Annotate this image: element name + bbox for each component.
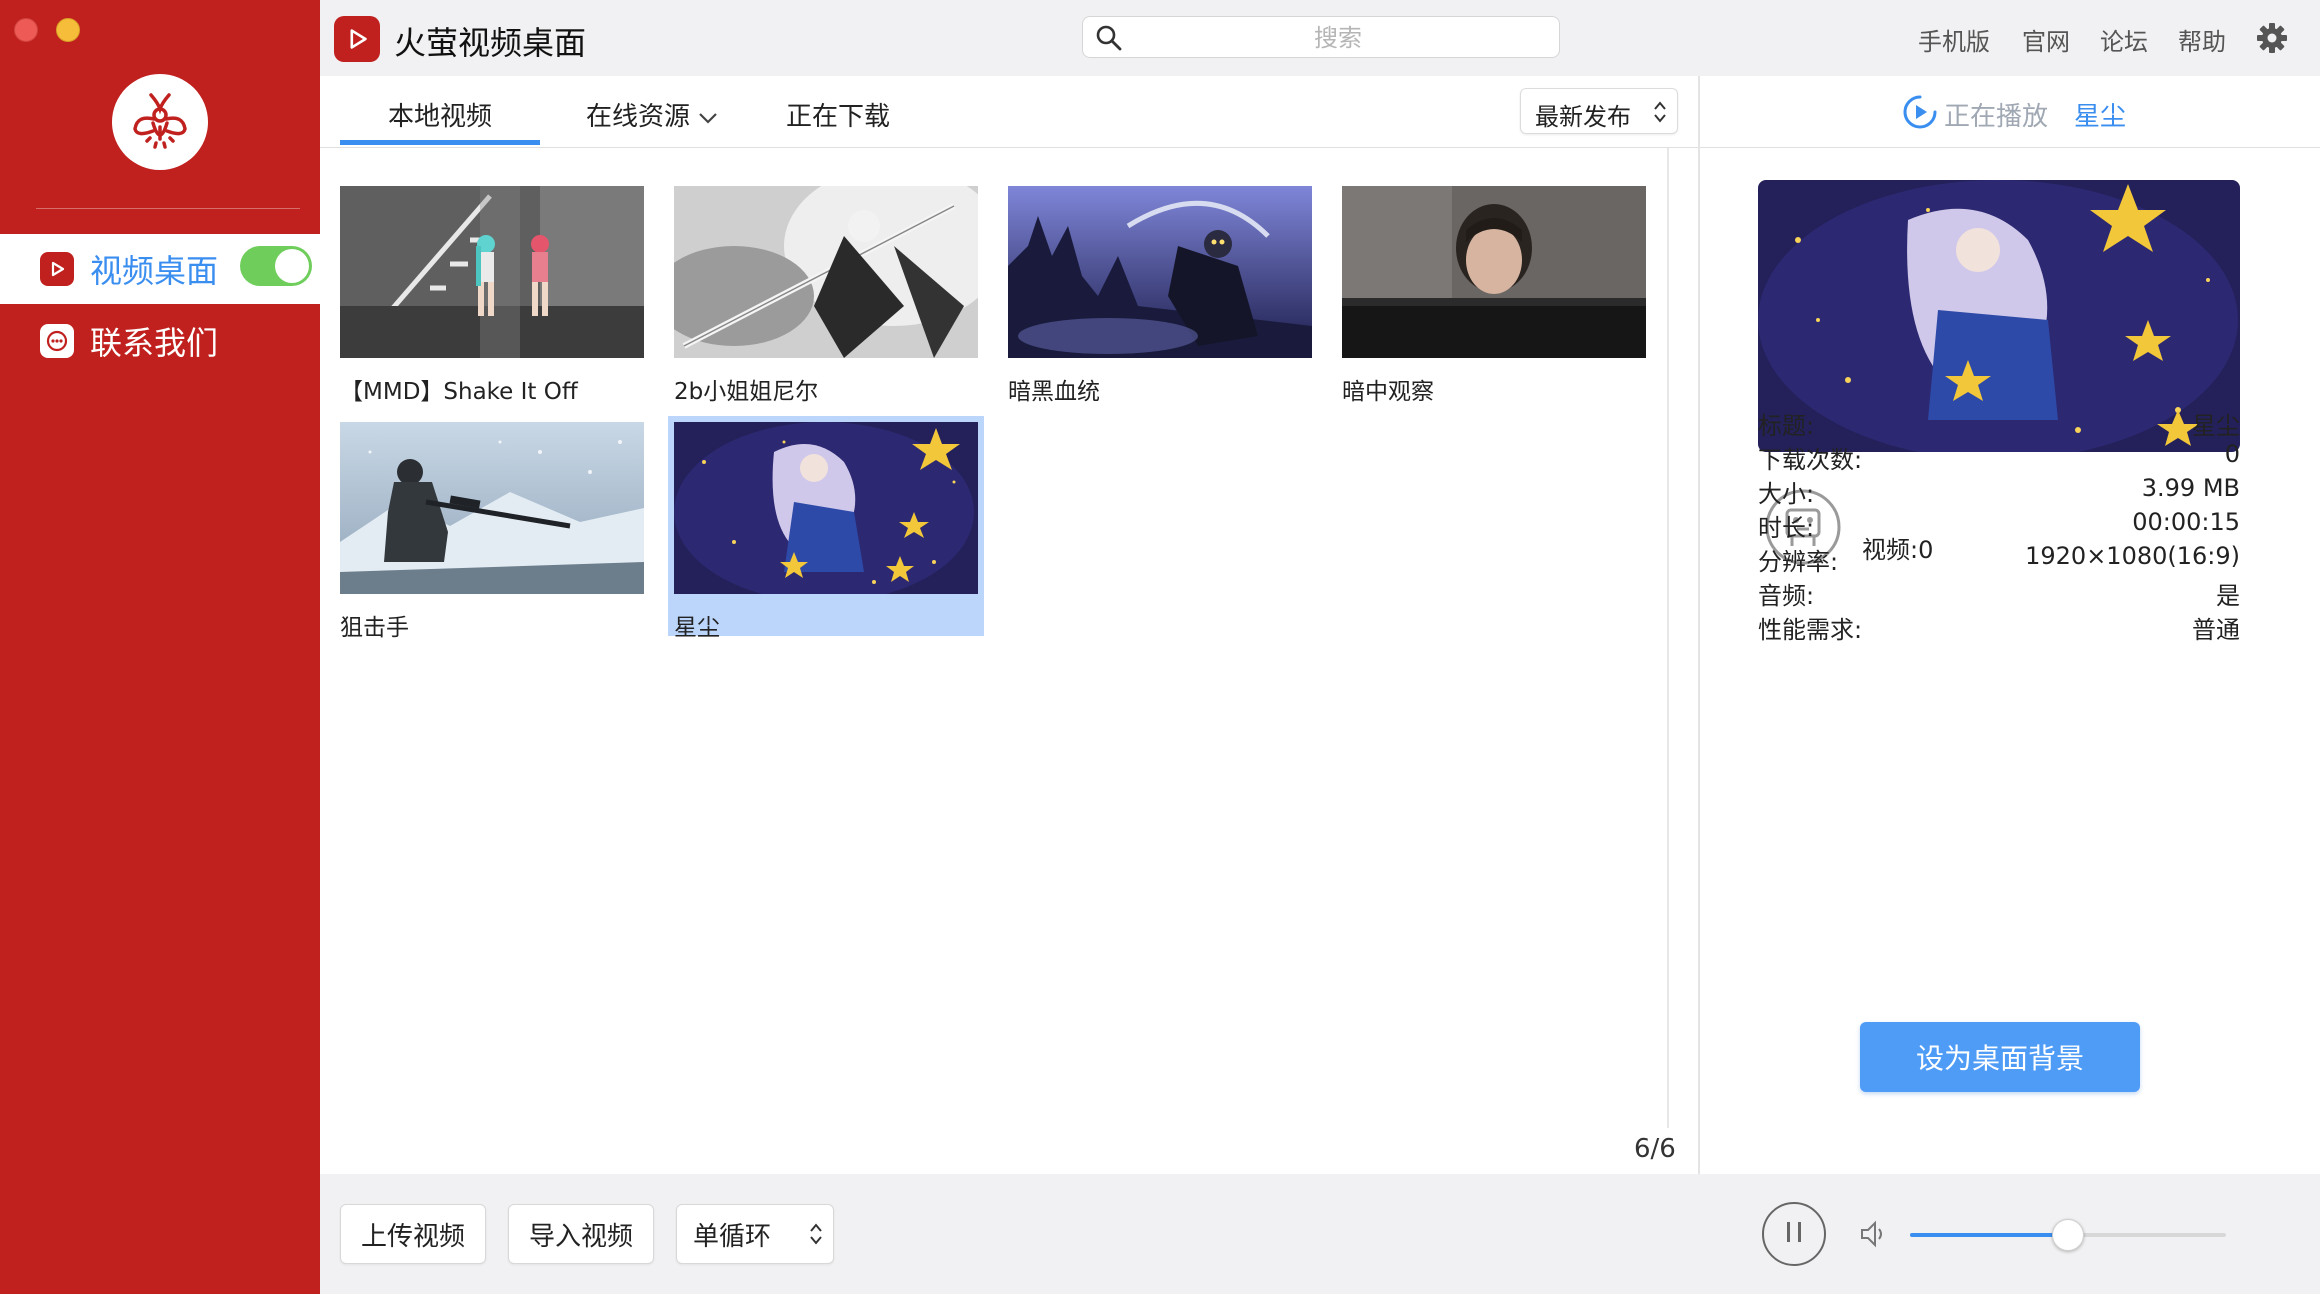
chat-bubble-icon xyxy=(40,324,74,358)
window-close-button[interactable] xyxy=(14,18,38,42)
video-thumbnail xyxy=(674,186,978,358)
info-row-performance: 性能需求: 普通 xyxy=(1758,610,2240,646)
info-value: 00:00:15 xyxy=(2132,508,2240,536)
info-row-audio: 音频: 是 xyxy=(1758,576,2240,612)
gear-icon[interactable] xyxy=(2256,22,2288,58)
info-row-duration: 时长: 00:00:15 xyxy=(1758,508,2240,544)
volume-fill xyxy=(1910,1233,2068,1237)
play-circle-icon xyxy=(1902,94,1938,134)
video-title: 星尘 xyxy=(674,615,720,641)
link-mobile[interactable]: 手机版 xyxy=(1918,22,1990,57)
info-value: 1920×1080(16:9) xyxy=(2025,542,2240,570)
info-value: 3.99 MB xyxy=(2141,474,2240,502)
sidebar-item-label: 联系我们 xyxy=(90,324,219,362)
chevron-down-icon xyxy=(698,102,718,132)
window-minimize-button[interactable] xyxy=(56,18,80,42)
video-title: 暗黑血统 xyxy=(1008,379,1100,405)
video-tile[interactable]: 【MMD】Shake It Off xyxy=(334,180,650,405)
tab-local-videos[interactable]: 本地视频 xyxy=(388,96,492,133)
sidebar-item-label: 视频桌面 xyxy=(90,252,219,290)
info-key: 音频: xyxy=(1758,582,1815,610)
video-title: 狙击手 xyxy=(340,615,409,641)
set-desktop-background-button[interactable]: 设为桌面背景 xyxy=(1860,1022,2140,1092)
info-row-size: 大小: 3.99 MB xyxy=(1758,474,2240,510)
video-thumbnail xyxy=(340,422,644,594)
info-value: 0 xyxy=(2224,440,2240,468)
video-tile[interactable]: 狙击手 xyxy=(334,416,650,641)
video-thumbnail xyxy=(340,186,644,358)
app-title: 火萤视频桌面 xyxy=(394,24,587,62)
info-key: 性能需求: xyxy=(1758,616,1863,644)
tab-label: 在线资源 xyxy=(586,102,691,132)
sidebar: 视频桌面 联系我们 xyxy=(0,0,320,1294)
sort-selected-value: 最新发布 xyxy=(1535,103,1631,131)
info-key: 时长: xyxy=(1758,514,1815,542)
loop-mode-select[interactable]: 单循环 xyxy=(676,1204,834,1264)
info-key: 分辨率: xyxy=(1758,548,1839,576)
video-title: 【MMD】Shake It Off xyxy=(340,379,578,405)
video-tile[interactable]: 暗黑血统 xyxy=(1002,180,1318,405)
now-playing-name: 星尘 xyxy=(2074,102,2127,132)
video-tile[interactable]: 暗中观察 xyxy=(1336,180,1652,405)
tab-downloading[interactable]: 正在下载 xyxy=(786,96,890,133)
info-row-resolution: 分辨率: 1920×1080(16:9) xyxy=(1758,542,2240,578)
upload-video-button[interactable]: 上传视频 xyxy=(340,1204,486,1264)
info-row-downloads: 下载次数: 0 xyxy=(1758,440,2240,476)
info-key: 下载次数: xyxy=(1758,446,1863,474)
link-forum[interactable]: 论坛 xyxy=(2100,22,2148,57)
chevron-updown-icon xyxy=(809,1221,823,1254)
info-value: 普通 xyxy=(2192,616,2240,644)
search-icon xyxy=(1095,24,1123,56)
search-input[interactable] xyxy=(1133,21,1543,55)
info-key: 标题: xyxy=(1758,412,1815,440)
volume-icon[interactable] xyxy=(1858,1218,1890,1254)
pause-icon xyxy=(1783,1219,1805,1249)
firefly-logo-icon xyxy=(112,74,208,170)
link-help[interactable]: 帮助 xyxy=(2178,22,2226,57)
import-video-button[interactable]: 导入视频 xyxy=(508,1204,654,1264)
active-tab-indicator xyxy=(340,140,540,145)
bottom-bar: 上传视频 导入视频 单循环 xyxy=(320,1174,2320,1294)
grid-scrollbar-track[interactable] xyxy=(1667,148,1669,1128)
tab-bar: 本地视频 在线资源 正在下载 最新发布 xyxy=(320,76,1700,148)
app-play-icon xyxy=(334,16,380,62)
sidebar-divider xyxy=(36,208,300,209)
video-title: 2b小姐姐尼尔 xyxy=(674,379,819,405)
video-title: 暗中观察 xyxy=(1342,379,1434,405)
info-value: 是 xyxy=(2216,582,2240,610)
info-row-title: 标题: 星尘 xyxy=(1758,406,2240,442)
volume-slider-knob[interactable] xyxy=(2052,1219,2084,1251)
chevron-updown-icon xyxy=(1653,99,1667,129)
video-tile-selected[interactable]: 星尘 xyxy=(668,416,984,641)
volume-slider[interactable] xyxy=(1910,1219,2226,1251)
play-square-icon xyxy=(40,252,74,286)
now-playing-label: 正在播放 xyxy=(1944,102,2049,132)
pause-button[interactable] xyxy=(1762,1202,1826,1266)
title-bar: 火萤视频桌面 手机版 官网 论坛 帮助 xyxy=(320,0,2320,76)
info-key: 大小: xyxy=(1758,480,1815,508)
video-thumbnail xyxy=(674,422,978,594)
video-tile[interactable]: 2b小姐姐尼尔 xyxy=(668,180,984,405)
video-desktop-toggle[interactable] xyxy=(240,246,312,286)
tab-online-resources[interactable]: 在线资源 xyxy=(586,96,718,133)
video-thumbnail xyxy=(1008,186,1312,358)
loop-mode-value: 单循环 xyxy=(693,1221,772,1252)
pagination-count: 6/6 xyxy=(1634,1134,1676,1164)
search-box[interactable] xyxy=(1082,16,1560,58)
video-thumbnail xyxy=(1342,186,1646,358)
sidebar-item-contact-us[interactable]: 联系我们 xyxy=(0,306,320,376)
now-playing-panel: 正在播放 星尘 视频:0 标题: 星尘 下载次数: 0 大小: 3.99 MB … xyxy=(1700,76,2320,1174)
info-value: 星尘 xyxy=(2192,412,2240,440)
sort-select[interactable]: 最新发布 xyxy=(1520,88,1678,134)
now-playing-header: 正在播放 星尘 xyxy=(1700,76,2320,148)
link-official-site[interactable]: 官网 xyxy=(2022,22,2070,57)
